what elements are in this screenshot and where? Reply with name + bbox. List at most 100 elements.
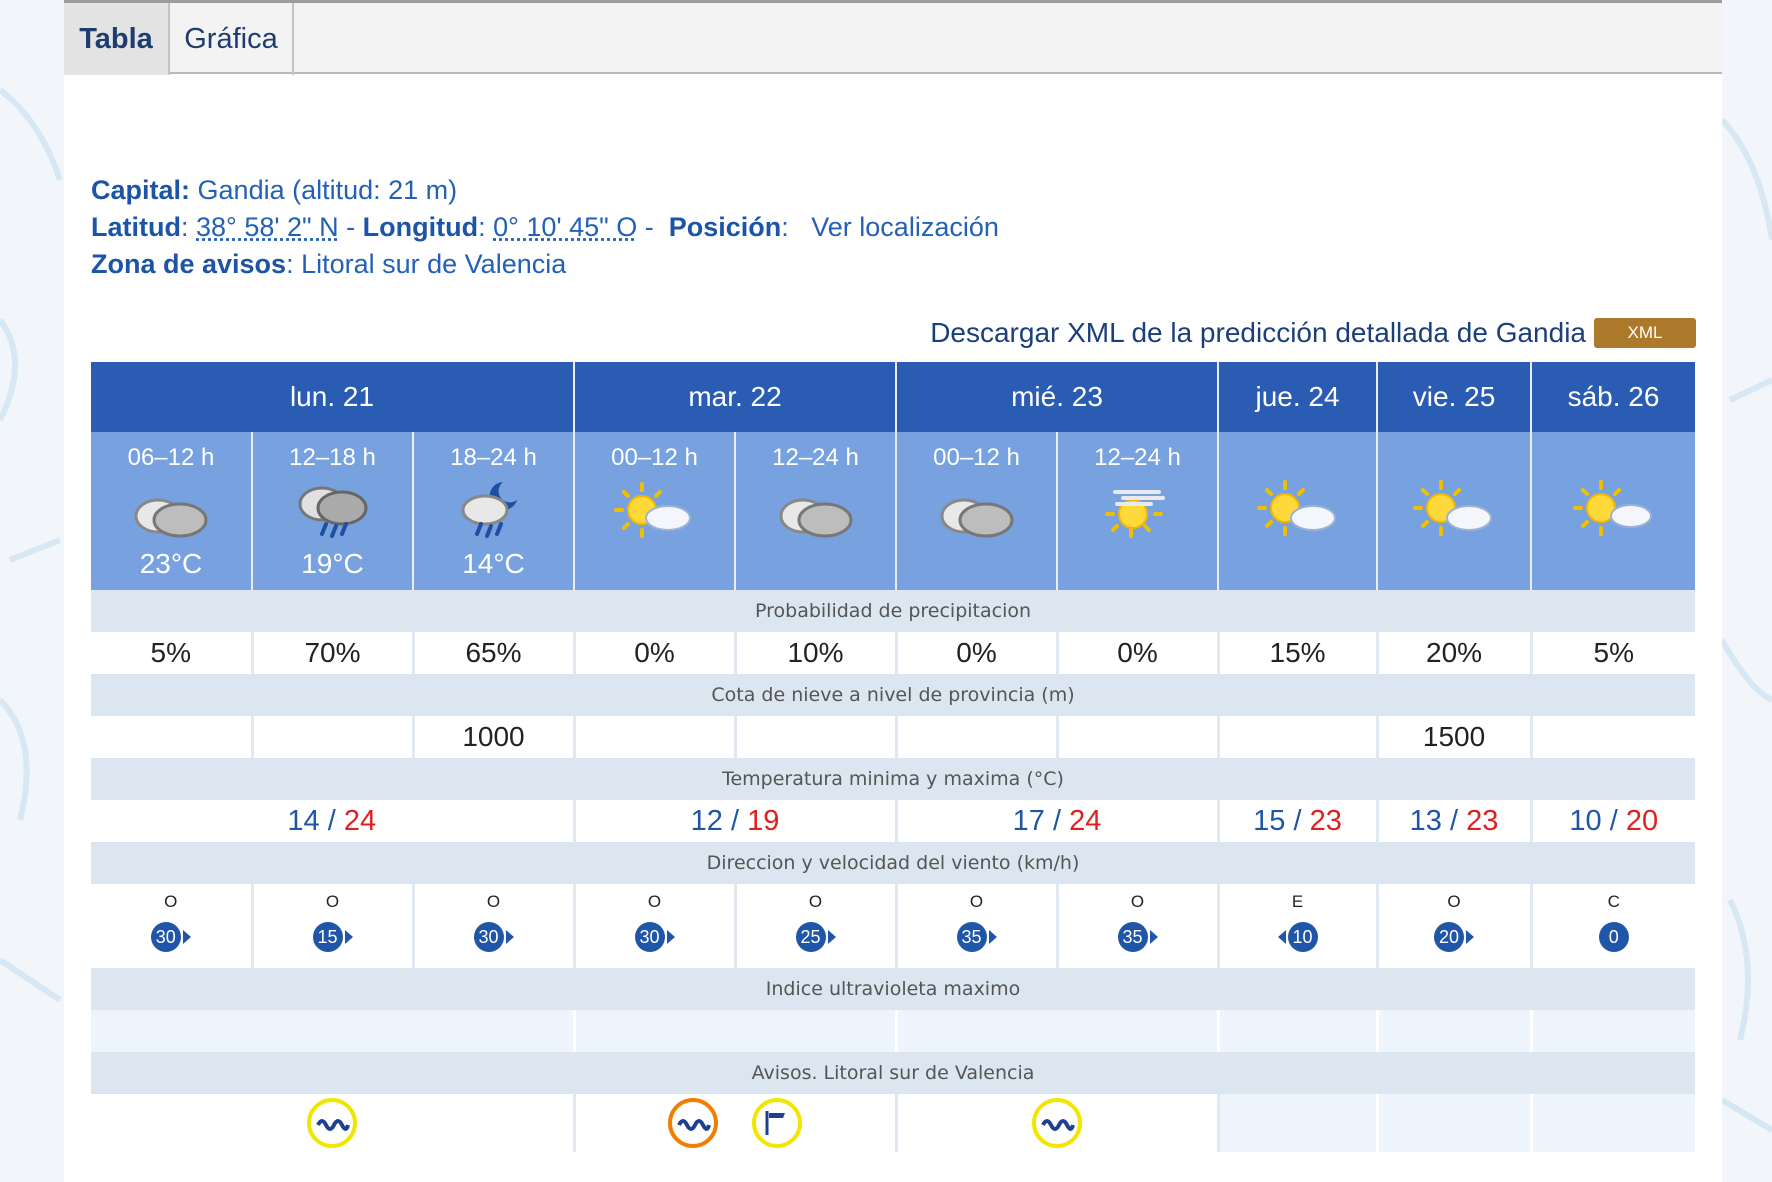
temp-cell: 17 / 24	[896, 800, 1220, 842]
forecast-page: Tabla Gráfica Capital: Gandia (altitud: …	[64, 0, 1722, 1182]
snow-value: 1000	[413, 716, 576, 758]
wind-speed-badge: 10	[1287, 922, 1318, 952]
uv-cell	[574, 1010, 898, 1052]
period-cell: 18–24 h 14°C	[413, 432, 575, 590]
wind-arrow-icon	[988, 930, 997, 944]
temp-max: 23	[1309, 804, 1342, 837]
temp-min: 14	[287, 804, 320, 837]
xml-download-text[interactable]: Descargar XML de la predicción detallada…	[930, 317, 1586, 349]
wind-cell: O 35	[1057, 884, 1220, 968]
period-cell	[1218, 432, 1379, 590]
wind-arrow-icon	[666, 930, 675, 944]
warning-cell	[91, 1094, 576, 1152]
xml-download[interactable]: Descargar XML de la predicción detallada…	[930, 316, 1696, 350]
temp-min: 12	[690, 804, 723, 837]
period-cell	[1377, 432, 1533, 590]
precip-value: 0%	[896, 632, 1059, 674]
wind-arrow-icon	[1466, 930, 1475, 944]
wind-speed-badge: 25	[795, 922, 826, 952]
ver-localizacion-link[interactable]: Ver localización	[811, 212, 999, 242]
tab-tabla[interactable]: Tabla	[64, 3, 170, 75]
capital-value: Gandia (altitud: 21 m)	[197, 175, 458, 205]
period-temp: 23°C	[139, 548, 203, 579]
latitud-value[interactable]: 38° 58' 2" N	[196, 212, 339, 242]
warning-zone-line: Zona de avisos: Litoral sur de Valencia	[91, 249, 567, 279]
cloudy-icon	[940, 498, 1014, 538]
coastal-warning-icon[interactable]	[1031, 1097, 1083, 1149]
snow-value	[252, 716, 415, 758]
period-cell: 12–24 h	[735, 432, 898, 590]
precip-value: 20%	[1377, 632, 1533, 674]
temp-separator: /	[327, 804, 336, 837]
section-warnings: Avisos. Litoral sur de Valencia	[91, 1052, 1696, 1094]
snow-value	[735, 716, 898, 758]
wind-speed-badge: 35	[956, 922, 987, 952]
period-time: 12–24 h	[1094, 444, 1181, 471]
precip-value: 0%	[1057, 632, 1220, 674]
section-title: Direccion y velocidad del viento (km/h)	[91, 842, 1696, 884]
period-cell: 06–12 h 23°C	[91, 432, 253, 590]
section-wind: Direccion y velocidad del viento (km/h)	[91, 842, 1696, 884]
sun-haze-icon	[1104, 490, 1165, 538]
wind-arrow-icon	[1149, 930, 1158, 944]
temp-max: 23	[1466, 804, 1499, 837]
uv-cell	[1218, 1010, 1379, 1052]
xml-badge-button[interactable]: XML	[1594, 318, 1696, 348]
wind-arrow-icon	[1277, 930, 1286, 944]
wind-speed-badge: 15	[312, 922, 343, 952]
wind-cell: C0	[1531, 884, 1696, 968]
night-rain-icon	[461, 482, 517, 538]
snow-value	[1531, 716, 1696, 758]
temp-cell: 13 / 23	[1377, 800, 1533, 842]
precip-value: 0%	[574, 632, 737, 674]
temp-separator: /	[1609, 804, 1618, 837]
tab-grafica[interactable]: Gráfica	[170, 3, 294, 75]
wind-cell: O 30	[91, 884, 254, 968]
section-snow: Cota de nieve a nivel de provincia (m)	[91, 674, 1696, 716]
coastal-warning-icon[interactable]	[306, 1097, 358, 1149]
wind-arrow-icon	[344, 930, 353, 944]
period-cell	[1531, 432, 1696, 590]
period-time: 12–24 h	[772, 444, 859, 471]
capital-label: Capital:	[91, 175, 191, 205]
coordinates-line: Latitud: 38° 58' 2" N - Longitud: 0° 10'…	[91, 212, 999, 242]
snow-row: 1000 1500	[91, 716, 1696, 758]
wind-cell: O 30	[413, 884, 576, 968]
latitud-label: Latitud	[91, 212, 181, 242]
coastal-warning-icon[interactable]	[667, 1097, 719, 1149]
longitud-value[interactable]: 0° 10' 45" O	[493, 212, 637, 242]
temp-max: 19	[747, 804, 780, 837]
wind-direction: O	[1447, 892, 1461, 911]
wind-speed-badge: 0	[1598, 922, 1629, 952]
wind-arrow-icon	[182, 930, 191, 944]
wind-arrow-icon	[505, 930, 514, 944]
warning-cell	[1218, 1094, 1379, 1152]
cloudy-icon	[134, 498, 208, 538]
wind-cell: O 30	[574, 884, 737, 968]
period-time: 18–24 h	[450, 444, 537, 471]
temp-min: 10	[1569, 804, 1602, 837]
sun-cloud-icon	[1256, 480, 1336, 536]
snow-value: 1500	[1377, 716, 1533, 758]
warning-cell	[1377, 1094, 1533, 1152]
wind-direction: E	[1291, 892, 1304, 911]
temp-separator: /	[1293, 804, 1302, 837]
day-header: vie. 25	[1377, 362, 1533, 432]
uv-cell	[1531, 1010, 1696, 1052]
wind-cell: O 35	[896, 884, 1059, 968]
day-header: sáb. 26	[1531, 362, 1696, 432]
temp-min: 13	[1409, 804, 1442, 837]
period-temp: 19°C	[301, 548, 364, 579]
temp-max: 24	[1069, 804, 1102, 837]
wind-speed-badge: 35	[1117, 922, 1148, 952]
snow-value	[1218, 716, 1379, 758]
sun-cloud-icon	[1413, 480, 1493, 536]
posicion-label: Posición	[668, 212, 782, 242]
temp-min: 17	[1012, 804, 1045, 837]
precip-value: 5%	[1531, 632, 1696, 674]
warning-cell	[1531, 1094, 1696, 1152]
uv-cell	[91, 1010, 576, 1052]
wind-direction: O	[969, 892, 984, 911]
sun-cloud-icon	[613, 482, 691, 538]
wind-warning-icon[interactable]	[751, 1097, 803, 1149]
